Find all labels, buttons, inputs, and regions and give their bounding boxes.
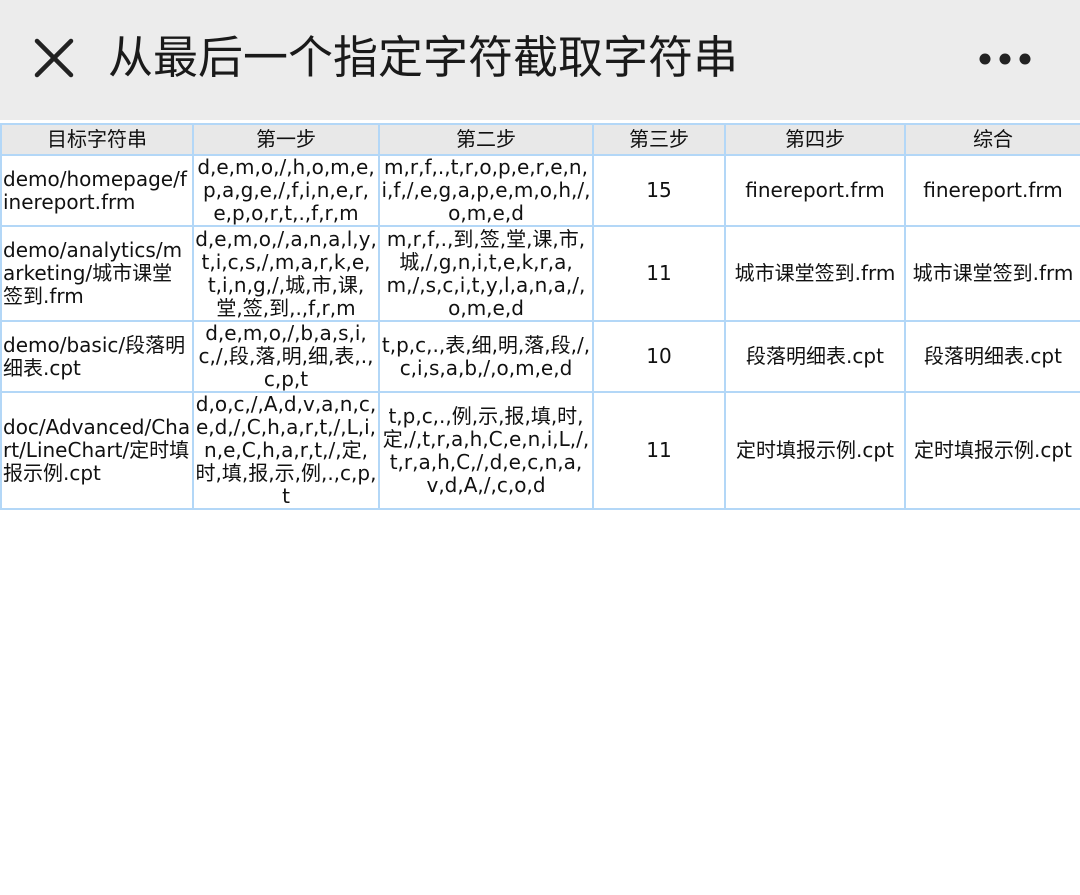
- cell-step1: d,e,m,o,/,a,n,a,l,y,t,i,c,s,/,m,a,r,k,e,…: [192, 225, 380, 322]
- table-row: doc/Advanced/Chart/LineChart/定时填报示例.cpt …: [0, 391, 1080, 510]
- cell-target: demo/basic/段落明细表.cpt: [0, 320, 194, 393]
- table-header-row: 目标字符串 第一步 第二步 第三步 第四步 综合: [0, 123, 1080, 156]
- table-row: demo/homepage/finereport.frm d,e,m,o,/,h…: [0, 154, 1080, 227]
- column-header-step1: 第一步: [192, 123, 380, 156]
- cell-step4: 段落明细表.cpt: [724, 320, 906, 393]
- cell-step3: 11: [592, 391, 726, 510]
- close-icon: [34, 38, 74, 78]
- column-header-combined: 综合: [904, 123, 1080, 156]
- cell-target: demo/analytics/marketing/城市课堂签到.frm: [0, 225, 194, 322]
- cell-step4: 定时填报示例.cpt: [724, 391, 906, 510]
- table-row: demo/analytics/marketing/城市课堂签到.frm d,e,…: [0, 225, 1080, 322]
- result-table: 目标字符串 第一步 第二步 第三步 第四步 综合 demo/homepage/f…: [0, 123, 1080, 510]
- cell-combined: 段落明细表.cpt: [904, 320, 1080, 393]
- cell-combined: 城市课堂签到.frm: [904, 225, 1080, 322]
- cell-combined: 定时填报示例.cpt: [904, 391, 1080, 510]
- more-options-button[interactable]: [970, 34, 1040, 84]
- more-horizontal-icon: [979, 53, 1031, 65]
- cell-step1: d,e,m,o,/,h,o,m,e,p,a,g,e,/,f,i,n,e,r,e,…: [192, 154, 380, 227]
- column-header-step2: 第二步: [378, 123, 594, 156]
- cell-step2: m,r,f,.,到,签,堂,课,市,城,/,g,n,i,t,e,k,r,a,m,…: [378, 225, 594, 322]
- column-header-step4: 第四步: [724, 123, 906, 156]
- cell-step3: 11: [592, 225, 726, 322]
- cell-step2: m,r,f,.,t,r,o,p,e,r,e,n,i,f,/,e,g,a,p,e,…: [378, 154, 594, 227]
- close-button[interactable]: [26, 30, 82, 86]
- cell-target: doc/Advanced/Chart/LineChart/定时填报示例.cpt: [0, 391, 194, 510]
- column-header-step3: 第三步: [592, 123, 726, 156]
- table-row: demo/basic/段落明细表.cpt d,e,m,o,/,b,a,s,i,c…: [0, 320, 1080, 393]
- cell-step4: finereport.frm: [724, 154, 906, 227]
- cell-step3: 10: [592, 320, 726, 393]
- cell-combined: finereport.frm: [904, 154, 1080, 227]
- cell-step4: 城市课堂签到.frm: [724, 225, 906, 322]
- cell-step1: d,o,c,/,A,d,v,a,n,c,e,d,/,C,h,a,r,t,/,L,…: [192, 391, 380, 510]
- cell-step1: d,e,m,o,/,b,a,s,i,c,/,段,落,明,细,表,.,c,p,t: [192, 320, 380, 393]
- column-header-target: 目标字符串: [0, 123, 194, 156]
- cell-step2: t,p,c,.,例,示,报,填,时,定,/,t,r,a,h,C,e,n,i,L,…: [378, 391, 594, 510]
- top-bar: 从最后一个指定字符截取字符串: [0, 0, 1080, 120]
- cell-step3: 15: [592, 154, 726, 227]
- page-title: 从最后一个指定字符截取字符串: [108, 31, 739, 84]
- cell-target: demo/homepage/finereport.frm: [0, 154, 194, 227]
- cell-step2: t,p,c,.,表,细,明,落,段,/,c,i,s,a,b,/,o,m,e,d: [378, 320, 594, 393]
